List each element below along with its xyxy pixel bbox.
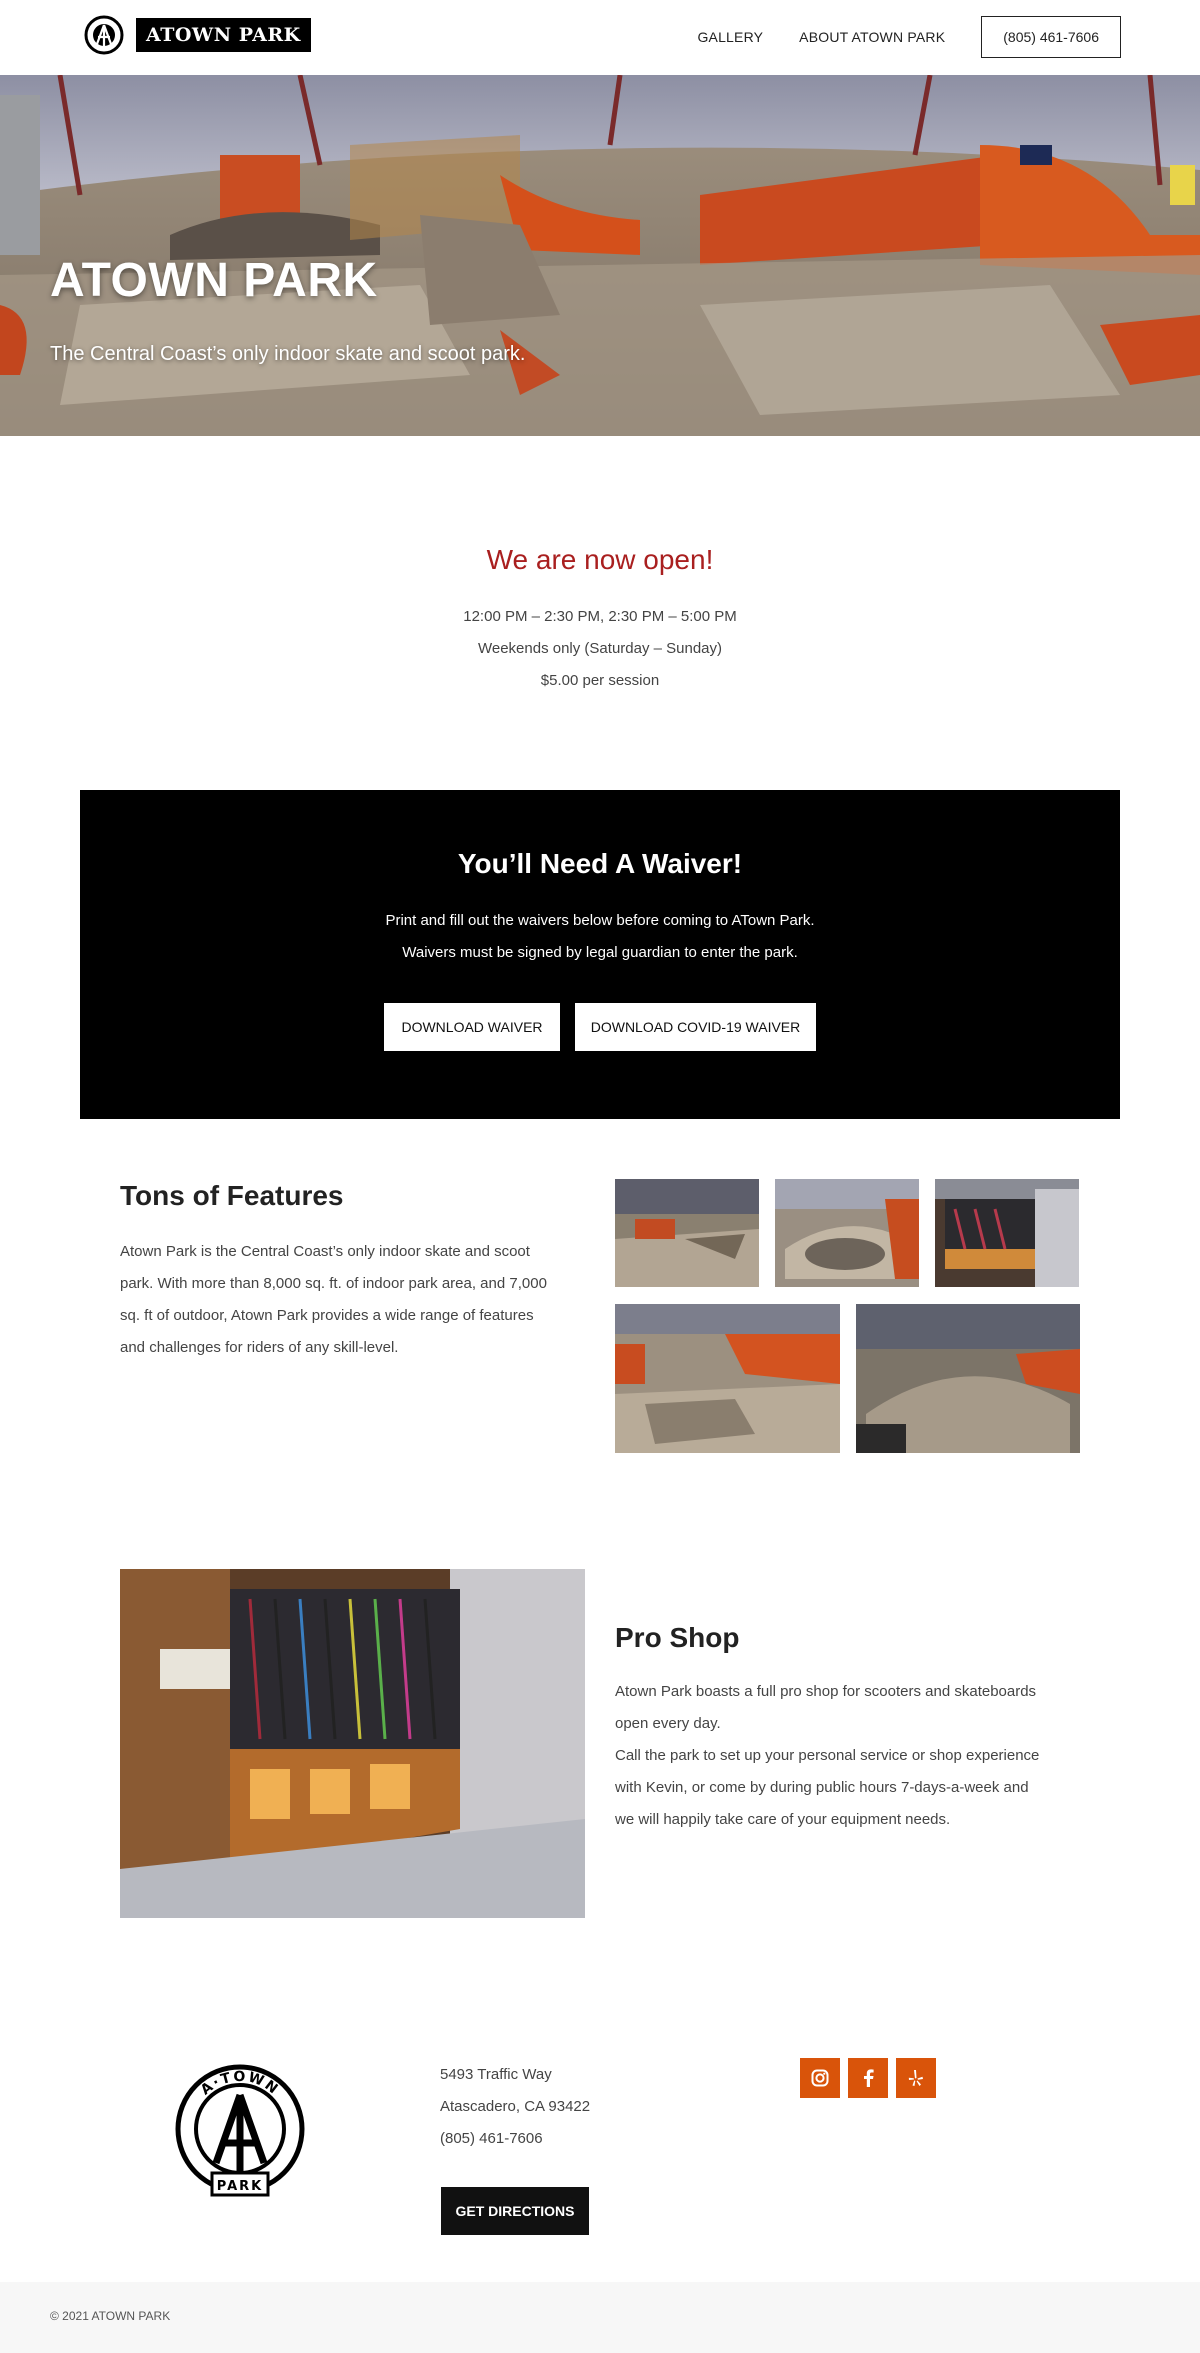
gallery-thumbnail[interactable] bbox=[775, 1179, 919, 1287]
waiver-section: You’ll Need A Waiver! Print and fill out… bbox=[80, 790, 1120, 1119]
waiver-text-line: Print and fill out the waivers below bef… bbox=[385, 912, 815, 929]
yelp-icon[interactable] bbox=[896, 2058, 936, 2098]
nav-gallery[interactable]: GALLERY bbox=[697, 29, 763, 45]
pro-shop-text: Atown Park boasts a full pro shop for sc… bbox=[615, 1676, 1039, 1836]
gallery-thumbnail[interactable] bbox=[935, 1179, 1079, 1287]
phone-button[interactable]: (805) 461-7606 bbox=[981, 16, 1121, 58]
footer-bottom-bar bbox=[0, 2282, 1200, 2353]
features-text-line: sq. ft of outdoor, Atown Park provides a… bbox=[120, 1307, 534, 1324]
gallery-thumbnail[interactable] bbox=[856, 1304, 1080, 1453]
features-text: Atown Park is the Central Coast’s only i… bbox=[120, 1236, 547, 1364]
logo-wordmark: ATOWN PARK bbox=[136, 18, 311, 52]
get-directions-button[interactable]: GET DIRECTIONS bbox=[441, 2187, 589, 2235]
days-line: Weekends only (Saturday – Sunday) bbox=[477, 640, 723, 657]
copyright-text: © 2021 ATOWN PARK bbox=[50, 2309, 171, 2323]
site-header: ATOWN PARK GALLERY ABOUT ATOWN PARK (805… bbox=[0, 0, 1200, 75]
hero-subtitle: The Central Coast’s only indoor skate an… bbox=[50, 343, 526, 365]
hero-title: ATOWN PARK bbox=[50, 254, 378, 307]
site-logo[interactable]: ATOWN PARK bbox=[84, 14, 311, 56]
footer-logo[interactable]: A·TOWN PARK bbox=[172, 2055, 308, 2203]
features-text-line: Atown Park is the Central Coast’s only i… bbox=[120, 1243, 530, 1260]
pro-shop-text-line: with Kevin, or come by during public hou… bbox=[615, 1779, 1029, 1796]
hours-line: 12:00 PM – 2:30 PM, 2:30 PM – 5:00 PM bbox=[463, 608, 737, 625]
download-covid-waiver-button[interactable]: DOWNLOAD COVID-19 WAIVER bbox=[575, 1003, 816, 1051]
footer-logo-bottom-text: PARK bbox=[217, 2179, 263, 2194]
gallery-thumbnail[interactable] bbox=[615, 1179, 759, 1287]
pro-shop-image bbox=[120, 1569, 585, 1918]
gallery-thumbnail[interactable] bbox=[615, 1304, 840, 1453]
city-line: Atascadero, CA 93422 bbox=[440, 2098, 591, 2115]
features-heading: Tons of Features bbox=[120, 1180, 344, 1211]
logo-badge-icon bbox=[84, 15, 124, 55]
instagram-icon[interactable] bbox=[800, 2058, 840, 2098]
features-text-line: park. With more than 8,000 sq. ft. of in… bbox=[120, 1275, 547, 1292]
address-line: 5493 Traffic Way bbox=[440, 2066, 552, 2083]
nav-about[interactable]: ABOUT ATOWN PARK bbox=[799, 29, 945, 45]
hero-banner: ATOWN PARK The Central Coast’s only indo… bbox=[0, 75, 1200, 436]
features-text-line: and challenges for riders of any skill-l… bbox=[120, 1339, 399, 1356]
download-waiver-button[interactable]: DOWNLOAD WAIVER bbox=[384, 1003, 560, 1051]
pro-shop-text-line: Atown Park boasts a full pro shop for sc… bbox=[615, 1683, 1037, 1700]
facebook-icon[interactable] bbox=[848, 2058, 888, 2098]
waiver-heading: You’ll Need A Waiver! bbox=[457, 848, 743, 879]
open-heading: We are now open! bbox=[486, 544, 714, 575]
pro-shop-text-line: we will happily take care of your equipm… bbox=[615, 1811, 951, 1828]
waiver-text-line: Waivers must be signed by legal guardian… bbox=[402, 944, 798, 961]
pro-shop-text-line: Call the park to set up your personal se… bbox=[615, 1747, 1040, 1764]
pro-shop-text-line: open every day. bbox=[615, 1715, 721, 1732]
footer-phone[interactable]: (805) 461-7606 bbox=[440, 2130, 543, 2147]
pro-shop-heading: Pro Shop bbox=[615, 1622, 740, 1653]
price-line: $5.00 per session bbox=[540, 672, 660, 689]
main-nav: GALLERY ABOUT ATOWN PARK (805) 461-7606 bbox=[697, 16, 1121, 58]
